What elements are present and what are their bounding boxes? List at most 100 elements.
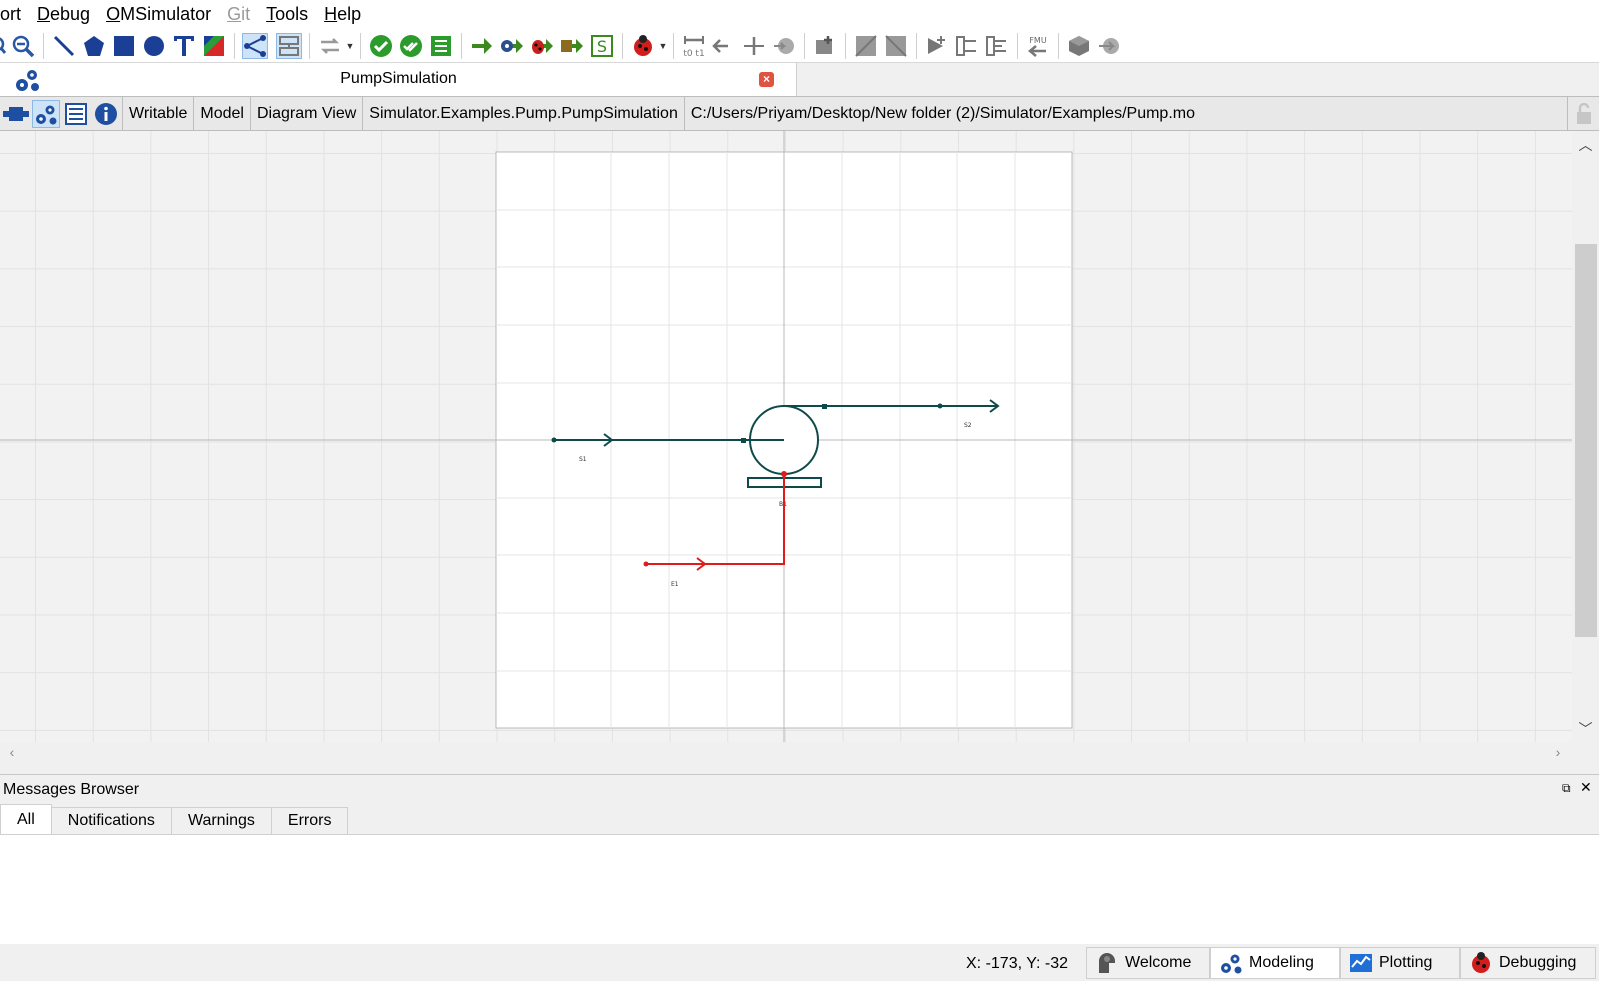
tab-warnings[interactable]: Warnings <box>170 807 272 834</box>
simulate-animation-icon[interactable] <box>559 33 585 59</box>
view-switcher <box>0 97 122 130</box>
check-all-icon[interactable] <box>398 33 424 59</box>
debugging-icon <box>1469 951 1493 975</box>
menu-git[interactable]: Git <box>219 0 258 29</box>
package-icon[interactable] <box>1066 33 1092 59</box>
ssp-export-icon[interactable] <box>954 33 980 59</box>
toolbar-separator <box>916 32 917 59</box>
simulate-icon[interactable] <box>469 33 495 59</box>
toolbar-separator <box>1058 32 1059 59</box>
simulate-algorithmic-icon[interactable] <box>529 33 555 59</box>
menu-debug[interactable]: Debug <box>29 0 98 29</box>
access-label: Writable <box>122 97 193 130</box>
toolbar-separator <box>461 32 462 59</box>
perspective-label: Debugging <box>1499 954 1577 971</box>
transition-mode-icon[interactable] <box>276 32 302 59</box>
tab-notifications[interactable]: Notifications <box>50 807 172 834</box>
menu-omsimulator[interactable]: OMSimulator <box>98 0 219 29</box>
menu-tools[interactable]: Tools <box>258 0 316 29</box>
ssp-bus2-icon[interactable] <box>883 33 909 59</box>
align-center-icon[interactable] <box>741 33 767 59</box>
status-bar: X: -173, Y: -32 Welcome Modeling Plottin… <box>0 944 1599 981</box>
close-icon[interactable]: ✕ <box>1580 779 1592 796</box>
check-model-icon[interactable] <box>368 33 394 59</box>
ssp-tlm-icon[interactable] <box>984 33 1010 59</box>
polygon-icon[interactable] <box>81 33 107 59</box>
tab-errors[interactable]: Errors <box>270 807 349 834</box>
scrollbar-thumb[interactable] <box>1575 244 1597 637</box>
zoom-in-icon[interactable] <box>0 33 6 59</box>
diagram-canvas[interactable]: S1 B1 S2 E1 <box>0 131 1572 742</box>
simulation-setup-icon[interactable]: S <box>589 33 615 59</box>
fmu-export-icon[interactable]: FMU <box>1025 33 1051 59</box>
welcome-icon <box>1095 951 1119 975</box>
svg-text:S: S <box>597 37 607 56</box>
ssp-connector-icon[interactable] <box>924 33 950 59</box>
toolbar-separator <box>804 32 805 59</box>
perspective-plotting-button[interactable]: Plotting <box>1340 947 1460 979</box>
connect-mode-icon[interactable] <box>242 32 268 59</box>
chevron-down-icon[interactable]: ▼ <box>658 33 668 59</box>
perspective-welcome-button[interactable]: Welcome <box>1086 947 1210 979</box>
scroll-down-icon[interactable]: ﹀ <box>1572 719 1599 739</box>
perspective-label: Plotting <box>1379 954 1433 971</box>
perspective-label: Welcome <box>1125 954 1192 971</box>
ssp-add-icon[interactable] <box>812 33 838 59</box>
messages-list[interactable] <box>0 834 1599 944</box>
lock-icon[interactable] <box>1567 97 1599 130</box>
toolbar-separator <box>622 32 623 59</box>
document-tab-bar: PumpSimulation × <box>0 63 1599 96</box>
vertical-scrollbar[interactable]: ︿ ﹀ <box>1572 131 1599 742</box>
line-icon[interactable] <box>51 33 77 59</box>
cursor-coordinates: X: -173, Y: -32 <box>966 955 1068 972</box>
diagram-svg: S1 B1 S2 E1 <box>0 131 1572 742</box>
rectangle-icon[interactable] <box>111 33 137 59</box>
reset-icon[interactable] <box>317 33 343 59</box>
menu-bar: ort Debug OMSimulator Git Tools Help <box>0 0 1599 29</box>
toolbar-separator <box>673 32 674 59</box>
file-path-label: C:/Users/Priyam/Desktop/New folder (2)/S… <box>683 97 1567 130</box>
bitmap-icon[interactable] <box>201 33 227 59</box>
main-toolbar: ▼ S ▼ t0 t1 FMU <box>0 29 1599 63</box>
perspective-modeling-button[interactable]: Modeling <box>1210 947 1340 979</box>
horizontal-scrollbar[interactable]: ‹ › <box>0 742 1572 762</box>
text-view-icon[interactable] <box>62 100 90 128</box>
omedit-window: ort Debug OMSimulator Git Tools Help ▼ S… <box>0 0 1599 981</box>
tab-pumpsimulation[interactable]: PumpSimulation × <box>0 63 797 96</box>
chevron-down-icon[interactable]: ▼ <box>345 33 355 59</box>
svg-text:FMU: FMU <box>1029 36 1047 45</box>
ellipse-icon[interactable] <box>141 33 167 59</box>
tab-all[interactable]: All <box>0 804 52 834</box>
toolbar-separator <box>43 32 44 59</box>
text-icon[interactable] <box>171 33 197 59</box>
view-type-label: Diagram View <box>249 97 362 130</box>
documentation-info-icon[interactable] <box>92 100 120 128</box>
time-range-icon[interactable]: t0 t1 <box>681 33 707 59</box>
inlet-stream-label: S1 <box>579 456 587 463</box>
icon-view-icon[interactable] <box>2 100 30 128</box>
perspective-label: Modeling <box>1249 954 1314 971</box>
instantiate-icon[interactable] <box>428 33 454 59</box>
menu-export[interactable]: ort <box>0 0 29 29</box>
scroll-left-icon[interactable]: ‹ <box>2 742 22 762</box>
arrow-right-icon[interactable] <box>1096 33 1122 59</box>
zoom-out-icon[interactable] <box>10 33 36 59</box>
scroll-right-icon[interactable]: › <box>1548 742 1568 762</box>
perspective-debugging-button[interactable]: Debugging <box>1460 947 1596 979</box>
toolbar-separator <box>234 32 235 59</box>
fmu-import-icon[interactable] <box>771 33 797 59</box>
ssp-bus-icon[interactable] <box>853 33 879 59</box>
class-path-label: Simulator.Examples.Pump.PumpSimulation <box>362 97 684 130</box>
close-icon[interactable]: × <box>759 72 774 87</box>
scroll-up-icon[interactable]: ︿ <box>1572 135 1599 155</box>
diagram-view-icon[interactable] <box>32 99 60 128</box>
float-icon[interactable]: ⧉ <box>1562 781 1571 796</box>
menu-help[interactable]: Help <box>316 0 369 29</box>
messages-browser-header: Messages Browser ⧉ ✕ <box>0 774 1599 804</box>
toolbar-separator <box>1017 32 1018 59</box>
align-left-icon[interactable] <box>711 33 737 59</box>
toolbar-separator <box>309 32 310 59</box>
energy-stream-label: E1 <box>671 581 679 588</box>
debug-icon[interactable] <box>630 33 656 59</box>
simulate-transformational-icon[interactable] <box>499 33 525 59</box>
